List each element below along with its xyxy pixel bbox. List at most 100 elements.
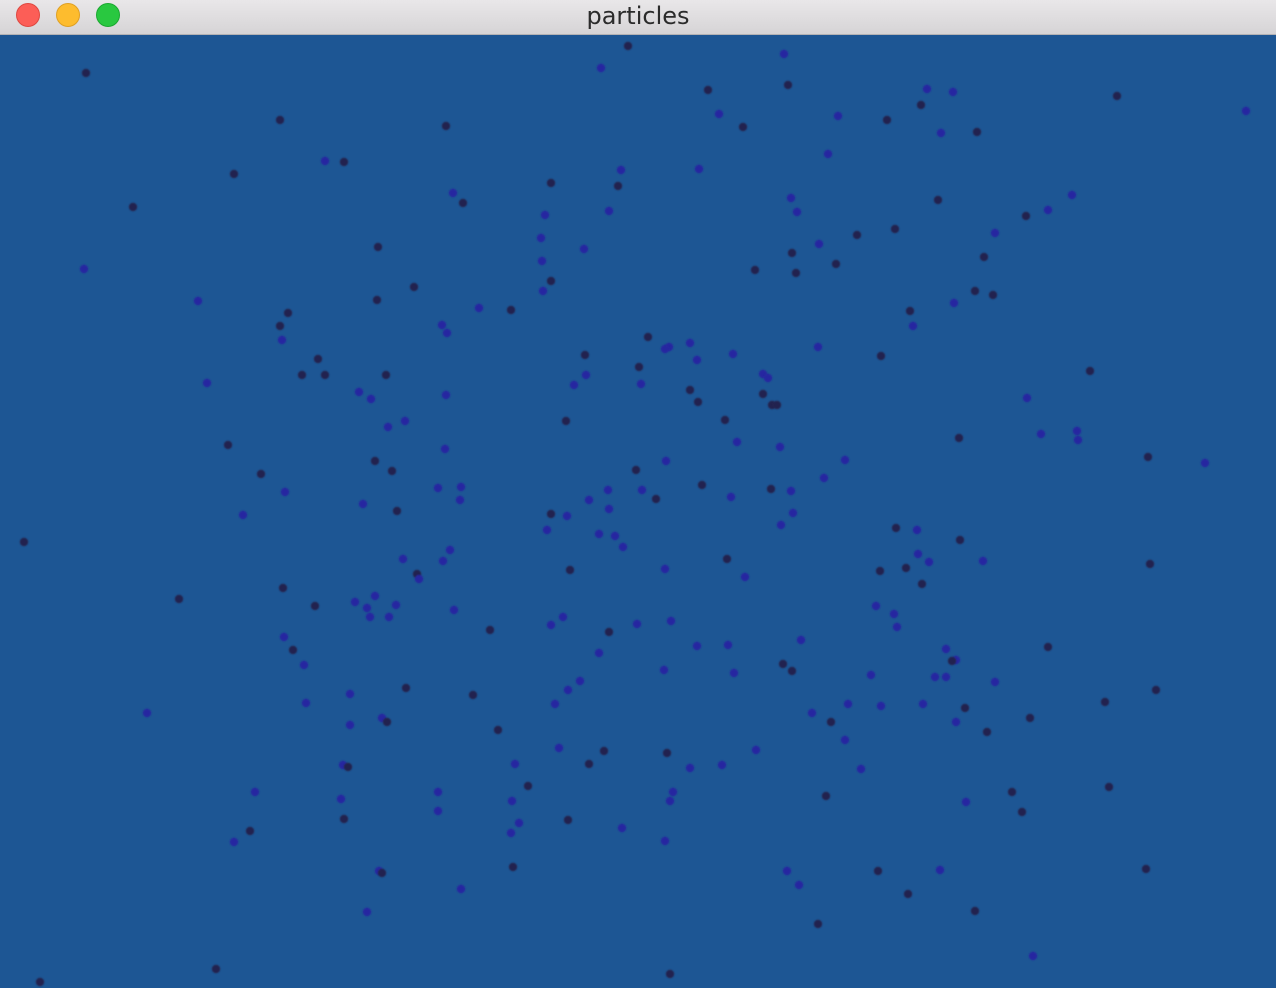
particle [729,668,739,678]
particle [913,549,923,559]
particle [558,612,568,622]
particle [892,622,902,632]
particle [441,390,451,400]
particle [891,523,901,533]
particle [554,743,564,753]
particle [546,509,556,519]
particle [948,87,958,97]
particle [692,641,702,651]
particle [575,676,585,686]
particle [1145,559,1155,569]
particle [782,866,792,876]
particle [722,554,732,564]
particle [358,499,368,509]
particle [889,609,899,619]
particle [941,672,951,682]
title-bar[interactable]: particles [0,0,1276,35]
particle [510,759,520,769]
particle [990,677,1000,687]
particle [485,625,495,635]
particle [814,239,824,249]
particle [433,483,443,493]
particle [79,264,89,274]
particle [506,828,516,838]
particle-canvas[interactable] [0,35,1276,988]
particle [988,290,998,300]
particle [604,627,614,637]
particle [787,248,797,258]
particle [796,635,806,645]
particle [843,699,853,709]
particle [786,486,796,496]
particle [339,814,349,824]
particle [301,698,311,708]
particle [1112,91,1122,101]
particle [441,121,451,131]
particle [617,823,627,833]
particle [569,380,579,390]
particle [783,80,793,90]
particle [726,492,736,502]
particle [433,787,443,797]
particle [703,85,713,95]
particle [723,640,733,650]
particle [275,321,285,331]
particle [546,276,556,286]
particle [903,889,913,899]
particle [1067,190,1077,200]
particle [693,397,703,407]
particle [339,157,349,167]
particle [912,525,922,535]
particle [954,433,964,443]
particle [763,373,773,383]
particle [637,485,647,495]
particle [685,763,695,773]
particle [728,349,738,359]
particle [660,344,670,354]
particle [1017,807,1027,817]
particle [666,616,676,626]
particle-field [19,41,1251,987]
particle [1141,864,1151,874]
particle [821,791,831,801]
particle [297,370,307,380]
particle [643,332,653,342]
particle [692,355,702,365]
particle [813,919,823,929]
particle [840,455,850,465]
particle [596,63,606,73]
particle [440,444,450,454]
particle [947,656,957,666]
particle [1085,366,1095,376]
particle [1143,452,1153,462]
particle [982,727,992,737]
particle [382,717,392,727]
particle [882,115,892,125]
particle [778,659,788,669]
particle [918,699,928,709]
particle [916,100,926,110]
particle [288,645,298,655]
particle [320,370,330,380]
particle [631,465,641,475]
particle [202,378,212,388]
particle [604,504,614,514]
particle [1043,642,1053,652]
particle [561,416,571,426]
particle [856,764,866,774]
particle [345,720,355,730]
particle [414,574,424,584]
particle [610,531,620,541]
particle [584,759,594,769]
particle [1036,429,1046,439]
particle [277,335,287,345]
particle [474,303,484,313]
particle [717,760,727,770]
particle [905,306,915,316]
particle [613,181,623,191]
particle [362,907,372,917]
particle [448,188,458,198]
particle [391,600,401,610]
particle [514,818,524,828]
particle [455,495,465,505]
